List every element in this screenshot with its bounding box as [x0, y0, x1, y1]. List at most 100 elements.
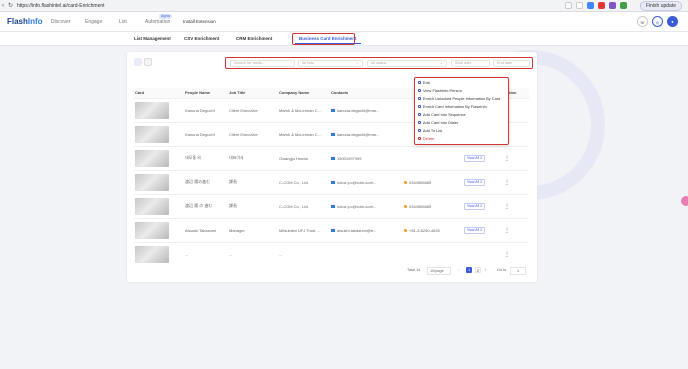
menu-item-delete[interactable]: Delete [418, 136, 434, 142]
nav-discover[interactable]: Discover [51, 19, 70, 25]
company-name-cell: ... [277, 241, 329, 266]
chat-bubble-icon[interactable] [681, 196, 688, 206]
col-card: Card [133, 88, 183, 98]
mail-icon [331, 108, 335, 112]
page-1-button[interactable]: 1 [466, 267, 472, 273]
people-name-cell: 데모홍 외 [183, 145, 227, 170]
card-cell [133, 97, 183, 122]
search-input[interactable]: Search for cards... [230, 60, 295, 67]
action-cell: ⋮ [502, 169, 529, 194]
menu-item-add-card-into-dialer[interactable]: Add Card Into Dialer [418, 120, 458, 126]
phone-text[interactable]: +81-3-6250-4630 [409, 228, 440, 233]
back-icon[interactable]: ‹ [2, 2, 4, 10]
job-title-cell: 課長 [227, 193, 277, 218]
people-name-cell: ... [183, 241, 227, 266]
tab-csv-enrichment[interactable]: CSV Enrichment [184, 35, 219, 43]
menu-item-enrich-card-information-by-flashinfo[interactable]: Enrich Card Information By FlashInfo [418, 104, 487, 110]
email-cell: atsushi.takasumi@tr... [329, 217, 402, 242]
search-icon[interactable] [565, 2, 572, 9]
all-status-select[interactable]: All status ⌄ [367, 60, 447, 67]
nav-automation[interactable]: Automation [145, 19, 170, 25]
phone-icon [404, 228, 407, 232]
card-thumbnail[interactable] [135, 245, 169, 263]
tab-list-management[interactable]: List Management [134, 35, 171, 43]
tab-crm-enrichment[interactable]: CRM Enrichment [236, 35, 272, 43]
card-thumbnail[interactable] [135, 221, 169, 239]
job-title-cell: 대표이사 [227, 145, 277, 170]
table-row[interactable]: 渡辺 陽の進む 課長 C-COM Co., Ltd. kotoz.y.c@cdm-co… [133, 169, 529, 194]
menu-item-edit[interactable]: Edit [418, 80, 430, 86]
more-actions-icon[interactable]: ⋮ [504, 180, 510, 186]
menu-item-enrich-unlocked-people-information-by-card[interactable]: Enrich Unlocked People Information By Ca… [418, 96, 500, 102]
menu-item-add-card-into-sequence[interactable]: Add Card Into Sequence [418, 112, 466, 118]
card-thumbnail[interactable] [135, 197, 169, 215]
reload-icon[interactable]: ↻ [8, 2, 13, 10]
user-avatar[interactable]: ● [667, 16, 678, 27]
grid-view-icon[interactable] [134, 58, 142, 66]
nav-engage[interactable]: Engage [85, 19, 102, 25]
email-text[interactable]: kanuna.deguchi@mar... [337, 132, 379, 137]
start-date-input[interactable]: Start date [451, 60, 490, 67]
nav-list[interactable]: List [119, 19, 127, 25]
more-actions-icon[interactable]: ⋮ [504, 204, 510, 210]
phone-icon[interactable]: ☏ [637, 16, 648, 27]
extension-icon[interactable] [620, 2, 627, 9]
col-job-title: Job Title [227, 88, 277, 98]
address-bar[interactable]: https://info.flashintel.ai/card-Enrichme… [17, 1, 105, 11]
more-actions-icon[interactable]: ⋮ [504, 252, 510, 258]
page-size-select[interactable]: 10/page [427, 267, 451, 275]
prev-page-icon[interactable]: ‹ [458, 267, 459, 273]
extension-icon[interactable] [587, 2, 594, 9]
phone-text[interactable]: 0344566689 [409, 204, 431, 209]
table-row[interactable]: 渡辺 陽 の 進む 課長 C-COM Co., Ltd. kotoz.y.c@cdm-… [133, 193, 529, 218]
action-cell: ⋮ [502, 193, 529, 218]
star-icon[interactable] [576, 2, 583, 9]
next-page-icon[interactable]: › [485, 267, 486, 273]
goto-input[interactable]: 1 [510, 267, 527, 275]
all-lists-select[interactable]: All lists ⌄ [298, 60, 363, 67]
menu-item-add-to-list[interactable]: Add To List [418, 128, 442, 134]
email-text[interactable]: kanuna.deguchi@mar... [337, 108, 379, 113]
email-text[interactable]: atsushi.takasumi@tr... [337, 228, 376, 233]
credits-icon[interactable]: ◎ [652, 16, 663, 27]
install-extension-link[interactable]: Install Extension [183, 19, 216, 24]
extension-icon[interactable] [598, 2, 605, 9]
job-title-cell: ... [227, 241, 277, 266]
view-all-button[interactable]: View All 2 [464, 226, 486, 234]
email-cell: kanuna.deguchi@mar... [329, 97, 402, 122]
card-thumbnail[interactable] [135, 173, 169, 191]
table-row[interactable]: ......... ⋮ [133, 241, 529, 266]
phone-icon [404, 180, 407, 184]
people-name-cell: Kanuna Deguchi [183, 121, 227, 146]
card-thumbnail[interactable] [135, 101, 169, 119]
finish-update-button[interactable]: Finish update [639, 1, 682, 11]
card-thumbnail[interactable] [135, 149, 169, 167]
view-cell [462, 241, 502, 266]
flashinfo-logo[interactable]: FlashInfo [7, 17, 43, 26]
view-all-button[interactable]: View All 2 [464, 202, 486, 210]
phone-cell: 0344566689 [402, 193, 462, 218]
company-name-cell: Marsh & McLennan C... [277, 121, 329, 146]
table-row[interactable]: 데모홍 외 대표이사 Gwangju Honda 15001997399 View Al… [133, 145, 529, 170]
more-actions-icon[interactable]: ⋮ [504, 156, 510, 162]
menu-item-view-flashinfo-person[interactable]: View FlashInfo Person [418, 88, 462, 94]
phone-text[interactable]: 0344566689 [409, 180, 431, 185]
page-2-button[interactable]: 2 [475, 267, 481, 273]
view-cell: View All 2 [462, 193, 502, 218]
email-text[interactable]: kotoz.y.c@cdm-com... [337, 204, 376, 209]
view-cell: View All 2 [462, 145, 502, 170]
extension-icon[interactable] [609, 2, 616, 9]
job-title-cell: Manager [227, 217, 277, 242]
list-view-icon[interactable] [144, 58, 152, 66]
mail-icon [331, 156, 335, 160]
email-text[interactable]: kotoz.y.c@cdm-com... [337, 180, 376, 185]
email-text[interactable]: 15001997399 [337, 156, 361, 161]
end-date-input[interactable]: End date [493, 60, 530, 67]
table-row[interactable]: Atsushi Takasumi Manager Mitsubishi UFJ Tr… [133, 217, 529, 242]
menu-item-label: Enrich Card Information By FlashInfo [423, 104, 487, 109]
card-thumbnail[interactable] [135, 125, 169, 143]
more-actions-icon[interactable]: ⋮ [504, 228, 510, 234]
people-name-cell: Kanuna Deguchi [183, 97, 227, 122]
view-all-button[interactable]: View All 2 [464, 154, 486, 162]
view-all-button[interactable]: View All 2 [464, 178, 486, 186]
